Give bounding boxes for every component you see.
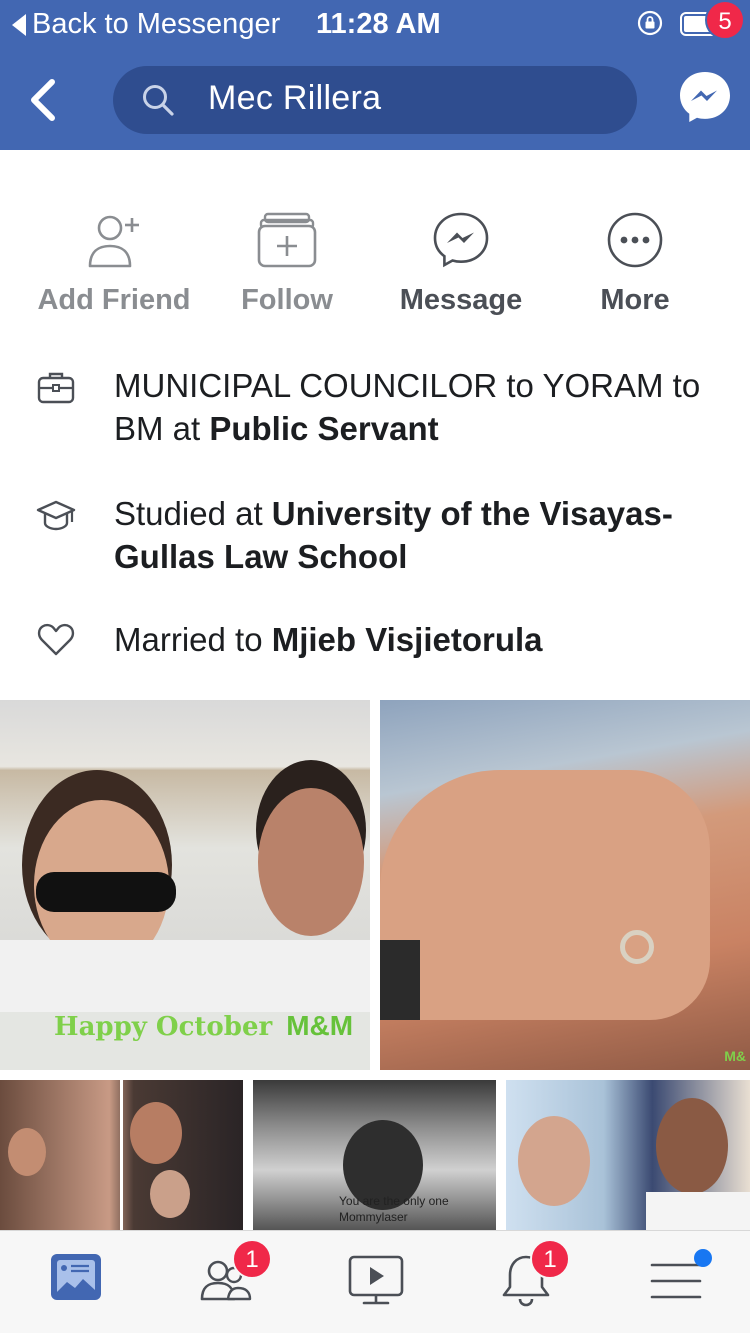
photo-collage[interactable] [0,1080,243,1230]
messenger-icon [433,212,489,268]
status-time: 11:28 AM [316,8,441,40]
photo-face-shape-2 [258,788,364,936]
status-bar: Back to Messenger 11:28 AM [0,0,750,48]
notifications-badge: 1 [530,1239,570,1279]
ring-shape [620,930,654,964]
photo-couple-selfie[interactable]: Happy October M&M [0,700,370,1070]
search-input[interactable]: Mec Rillera [113,66,637,134]
messenger-icon[interactable] [676,68,734,126]
photo-holding-hands[interactable]: M& [380,700,750,1070]
graduation-cap-icon [36,500,76,531]
back-to-messenger-link[interactable]: Back to Messenger [12,8,280,41]
header-bar: Back to Messenger 11:28 AM Mec Rillera 5 [0,0,750,150]
more-label: More [600,284,670,316]
photo-caption: Happy October M&M [54,1010,353,1042]
more-button[interactable]: More [550,200,720,325]
tab-news-feed[interactable] [48,1249,118,1319]
follow-button[interactable]: Follow [202,200,372,325]
hands-shape [380,770,710,1020]
work-place-link[interactable]: Public Servant [209,410,438,447]
caption-script: Happy October [54,1012,273,1042]
search-value: Mec Rillera [208,79,382,117]
friend-requests-badge: 1 [232,1239,272,1279]
search-icon [143,85,174,116]
photo-watermark: M& [724,1048,746,1064]
bottom-tab-bar: 1 1 [0,1230,750,1333]
watch-shape [380,940,420,1020]
collage-divider [120,1080,123,1230]
rotation-lock-icon [637,10,663,36]
education-text: Studied at University of the Visayas-Gul… [114,492,724,578]
photo-grid: Happy October M&M M& You are the only one… [0,700,750,1230]
collage-face-shape-2 [130,1102,182,1164]
education-info-row[interactable]: Studied at University of the Visayas-Gul… [0,492,750,592]
groom-uniform-shape [646,1192,750,1230]
groom-face-shape [656,1098,728,1194]
add-friend-icon [88,215,139,268]
menu-notification-dot [694,1249,712,1267]
follow-label: Follow [241,284,333,316]
heart-icon [37,623,75,656]
tab-watch[interactable] [346,1249,416,1319]
briefcase-icon [37,372,75,404]
message-label: Message [399,284,523,316]
follow-icon [257,212,317,268]
nav-row: Mec Rillera [0,56,750,146]
profile-actions: Add Friend Follow Message More [0,200,750,330]
collage-face-shape-3 [150,1170,190,1218]
add-friend-button[interactable]: Add Friend [29,200,199,325]
spouse-link[interactable]: Mjieb Visjietorula [272,621,543,658]
caption-initials: M&M [286,1010,354,1041]
work-info-row[interactable]: MUNICIPAL COUNCILOR to YORAM to BM at Pu… [0,364,750,464]
back-to-messenger-label: Back to Messenger [32,8,281,40]
sunglasses-shape [36,872,176,912]
more-icon [607,212,663,268]
note-text-1: You are the only one [339,1194,449,1208]
relationship-text: Married to Mjieb Visjietorula [114,618,724,661]
message-button[interactable]: Message [376,200,546,325]
collage-face-shape [8,1128,46,1176]
photo-shirts-area [0,940,370,1015]
relationship-prefix: Married to [114,621,272,658]
relationship-info-row[interactable]: Married to Mjieb Visjietorula [0,618,750,668]
back-triangle-icon [12,13,26,36]
photo-wedding[interactable] [506,1080,750,1230]
news-feed-icon [51,1254,101,1300]
messenger-badge: 5 [705,0,745,40]
education-prefix: Studied at [114,495,272,532]
add-friend-label: Add Friend [37,284,191,316]
bride-face-shape [518,1116,590,1206]
note-text-2: Mommylaser [339,1210,408,1224]
work-text: MUNICIPAL COUNCILOR to YORAM to BM at Pu… [114,364,724,450]
photo-screenshot-note[interactable]: You are the only one Mommylaser [253,1080,496,1230]
watch-video-icon [348,1255,404,1305]
back-chevron-icon[interactable] [24,78,64,122]
